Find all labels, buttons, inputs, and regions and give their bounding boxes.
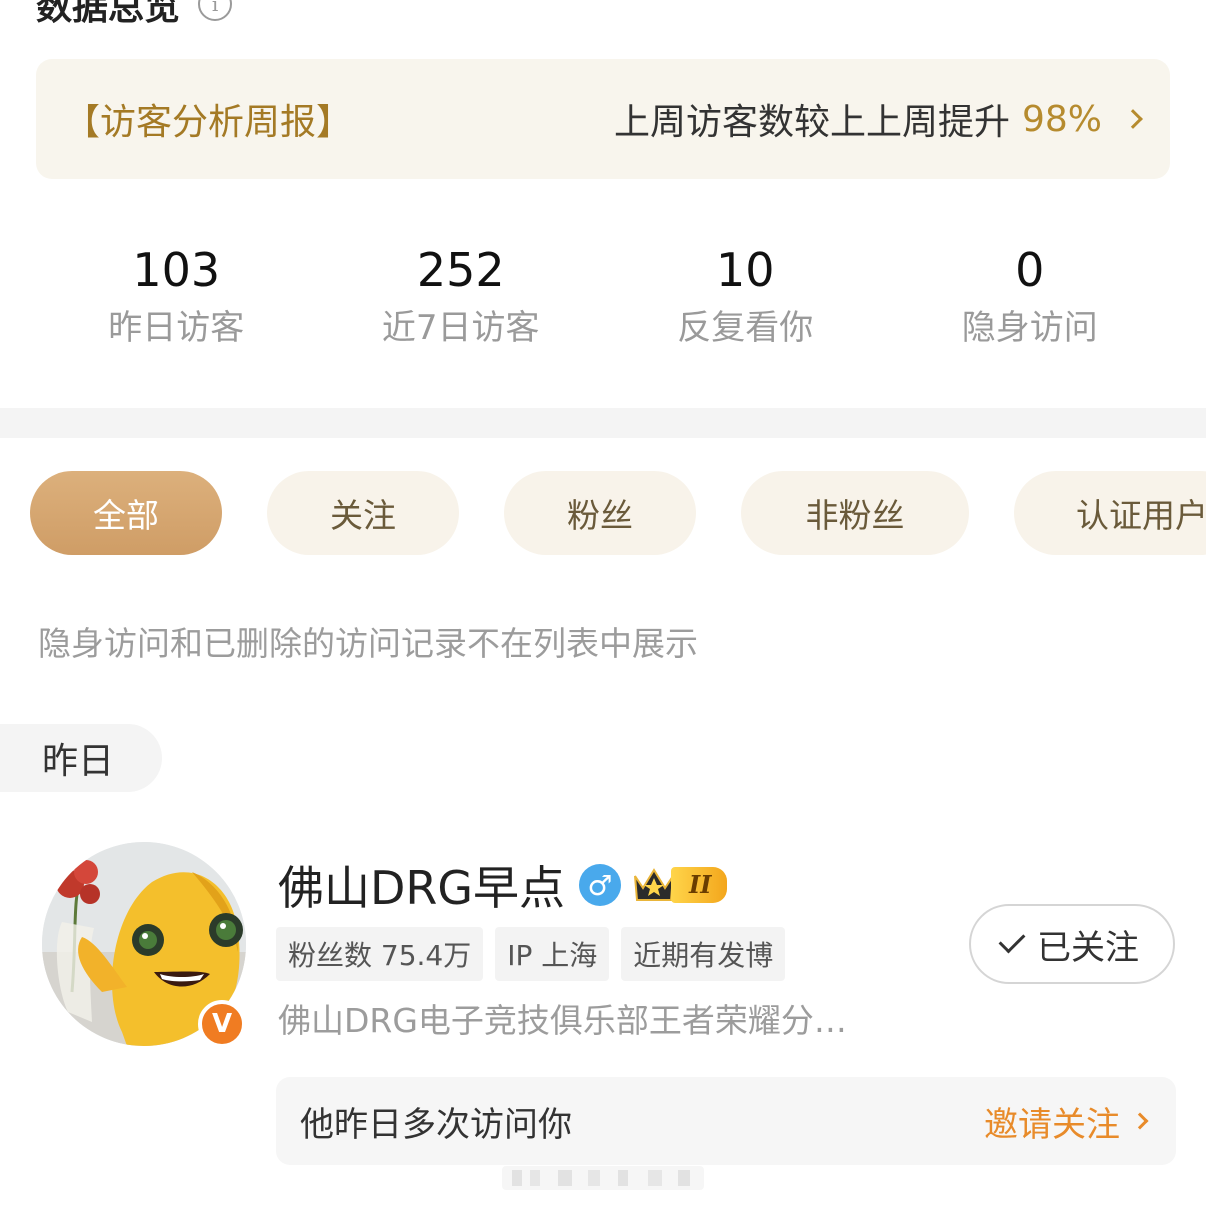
visitor-tags: 粉丝数 75.4万 IP 上海 近期有发博: [276, 927, 786, 981]
weekly-report-percent: 98%: [1021, 98, 1102, 140]
filter-tabs: 全部 关注 粉丝 非粉丝 认证用户: [30, 471, 1206, 555]
recent-post-tag: 近期有发博: [621, 927, 786, 981]
filter-tab-following[interactable]: 关注: [267, 471, 459, 555]
fans-count-tag: 粉丝数 75.4万: [276, 927, 484, 981]
ip-location-tag: IP 上海: [495, 927, 610, 981]
page-title-text: 数据总览: [36, 0, 181, 28]
stat-label: 近7日访客: [381, 308, 540, 348]
stat-7day-visitors[interactable]: 252 近7日访客: [319, 242, 604, 349]
following-button[interactable]: 已关注: [969, 904, 1175, 984]
section-divider: [0, 408, 1206, 438]
weekly-report-title: 【访客分析周报】: [64, 102, 353, 143]
chevron-right-icon: [1123, 109, 1143, 129]
stat-label: 隐身访问: [961, 308, 1098, 348]
filter-tab-verified[interactable]: 认证用户: [1014, 471, 1206, 555]
visitor-name-row[interactable]: 佛山DRG早点 ♂ II: [278, 852, 728, 918]
stat-repeat-viewers[interactable]: 10 反复看你: [603, 242, 888, 349]
stat-label: 反复看你: [677, 308, 814, 348]
weekly-report-summary-text: 上周访客数较上上周提升: [613, 102, 1010, 143]
check-icon: [998, 926, 1026, 954]
list-notice: 隐身访问和已删除的访问记录不在列表中展示: [38, 624, 698, 663]
weekly-report-summary: 上周访客数较上上周提升 98%: [613, 93, 1143, 145]
stat-value: 252: [416, 243, 505, 297]
level-text: II: [671, 867, 728, 903]
stats-row: 103 昨日访客 252 近7日访客 10 反复看你 0 隐身访问: [34, 242, 1172, 349]
filter-tab-all[interactable]: 全部: [30, 471, 222, 555]
stat-value: 103: [132, 243, 221, 297]
stat-yesterday-visitors[interactable]: 103 昨日访客: [34, 242, 319, 349]
chevron-right-icon: [1131, 1112, 1149, 1130]
filter-tab-fans[interactable]: 粉丝: [504, 471, 696, 555]
crown-level-badge-icon: II: [631, 864, 728, 906]
verified-badge-icon: V: [198, 1000, 246, 1048]
day-group-label: 昨日: [0, 724, 162, 792]
visitor-description: 佛山DRG电子竞技俱乐部王者荣耀分…: [278, 1001, 847, 1040]
stat-invisible-visits[interactable]: 0 隐身访问: [888, 242, 1173, 349]
visit-note-text: 他昨日多次访问你: [300, 1104, 572, 1145]
watermark-graphic: [502, 1166, 704, 1190]
weekly-report-card[interactable]: 【访客分析周报】 上周访客数较上上周提升 98%: [36, 59, 1170, 179]
visitor-name: 佛山DRG早点: [278, 861, 566, 915]
visit-note-bar: 他昨日多次访问你 邀请关注: [276, 1077, 1176, 1165]
stat-value: 0: [1015, 243, 1045, 297]
invite-follow-label: 邀请关注: [984, 1104, 1120, 1145]
following-button-label: 已关注: [1037, 927, 1139, 968]
male-icon: ♂: [579, 864, 622, 906]
info-icon[interactable]: i: [198, 0, 233, 21]
page-title: 数据总览 i: [36, 0, 233, 30]
stat-label: 昨日访客: [108, 308, 245, 348]
stat-value: 10: [715, 243, 775, 297]
filter-tab-non-fans[interactable]: 非粉丝: [741, 471, 969, 555]
invite-follow-button[interactable]: 邀请关注: [984, 1097, 1149, 1146]
